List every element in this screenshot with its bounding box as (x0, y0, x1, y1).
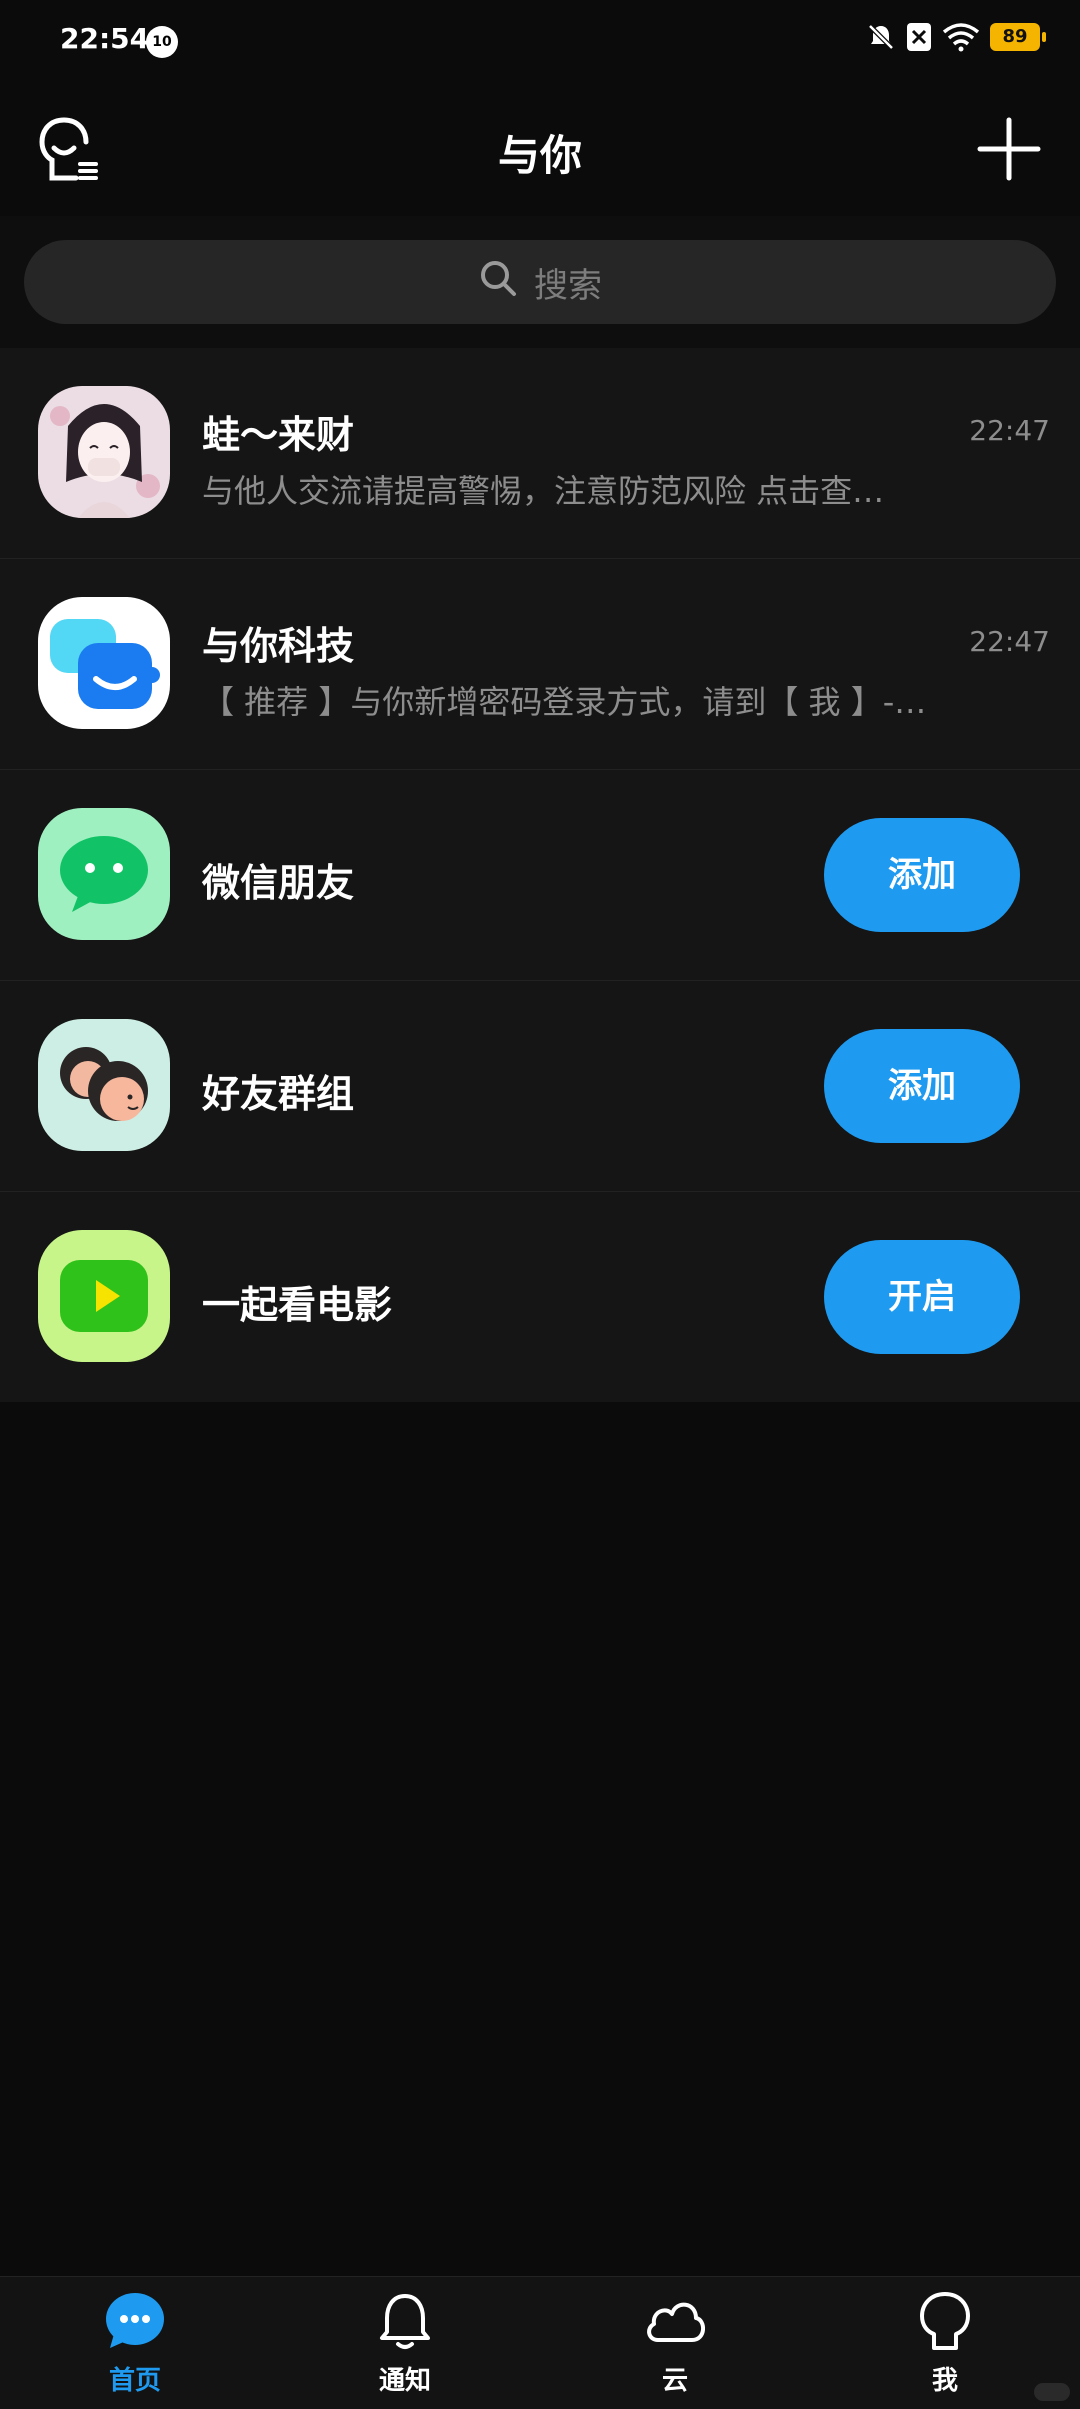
nav-item-home[interactable]: 首页 (0, 2277, 270, 2409)
nav-item-notifications[interactable]: 通知 (270, 2277, 540, 2409)
status-bar: 22:54 10 89 (0, 0, 1080, 84)
nav-item-cloud[interactable]: 云 (540, 2277, 810, 2409)
conversation-row[interactable]: 与你科技 【 推荐 】与你新增密码登录方式，请到【 我 】-… 22:47 (0, 559, 1080, 770)
close-box-icon (906, 22, 932, 52)
feature-title: 微信朋友 (202, 861, 355, 905)
battery-icon: 89 (990, 23, 1046, 51)
conversation-time: 22:47 (969, 625, 1050, 658)
nav-label: 通知 (378, 2365, 431, 2396)
play-movie-icon (38, 1230, 170, 1362)
watermark (1034, 2383, 1070, 2401)
chat-bubbles-app-icon (38, 597, 170, 729)
chat-home-icon (104, 2290, 166, 2356)
conversation-title: 与你科技 (202, 624, 355, 668)
search-section: 搜索 (0, 216, 1080, 348)
profile-icon (914, 2290, 976, 2356)
nav-label: 云 (661, 2365, 688, 2396)
nav-label: 我 (931, 2365, 958, 2396)
search-icon (478, 258, 518, 307)
conversation-preview: 【 推荐 】与你新增密码登录方式，请到【 我 】-… (202, 683, 927, 721)
add-friend-group-button[interactable]: 添加 (824, 1029, 1020, 1143)
page-title: 与你 (497, 131, 582, 180)
mute-bell-icon (866, 22, 896, 52)
feature-title: 一起看电影 (202, 1283, 393, 1327)
conversation-title: 蛙～来财 (202, 413, 355, 457)
conversation-list: 蛙～来财 与他人交流请提高警惕，注意防范风险 点击查… 22:47 与你科技 【… (0, 348, 1080, 1402)
search-input[interactable]: 搜索 (24, 240, 1056, 324)
header: 与你 (0, 84, 1080, 217)
wechat-icon (38, 808, 170, 940)
status-icons: 89 (866, 22, 1046, 52)
cloud-icon (642, 2290, 708, 2356)
nav-label: 首页 (108, 2365, 161, 2396)
bottom-nav: 首页 通知 云 我 (0, 2276, 1080, 2409)
conversation-row[interactable]: 蛙～来财 与他人交流请提高警惕，注意防范风险 点击查… 22:47 (0, 348, 1080, 559)
feature-row-groups: 好友群组 添加 (0, 981, 1080, 1192)
notification-badge: 10 (146, 26, 178, 58)
conversation-time: 22:47 (969, 414, 1050, 447)
bell-icon (374, 2290, 436, 2356)
wifi-icon (942, 22, 980, 52)
conversation-preview: 与他人交流请提高警惕，注意防范风险 点击查… (202, 472, 885, 510)
search-placeholder: 搜索 (534, 265, 602, 306)
status-time: 22:54 (60, 22, 150, 55)
anime-girl-avatar (38, 386, 170, 518)
feature-row-movie: 一起看电影 开启 (0, 1192, 1080, 1402)
start-watch-movie-button[interactable]: 开启 (824, 1240, 1020, 1354)
friends-group-icon (38, 1019, 170, 1151)
add-wechat-friends-button[interactable]: 添加 (824, 818, 1020, 932)
plus-icon[interactable] (974, 114, 1044, 184)
feature-title: 好友群组 (202, 1072, 355, 1116)
feature-row-wechat: 微信朋友 添加 (0, 770, 1080, 981)
